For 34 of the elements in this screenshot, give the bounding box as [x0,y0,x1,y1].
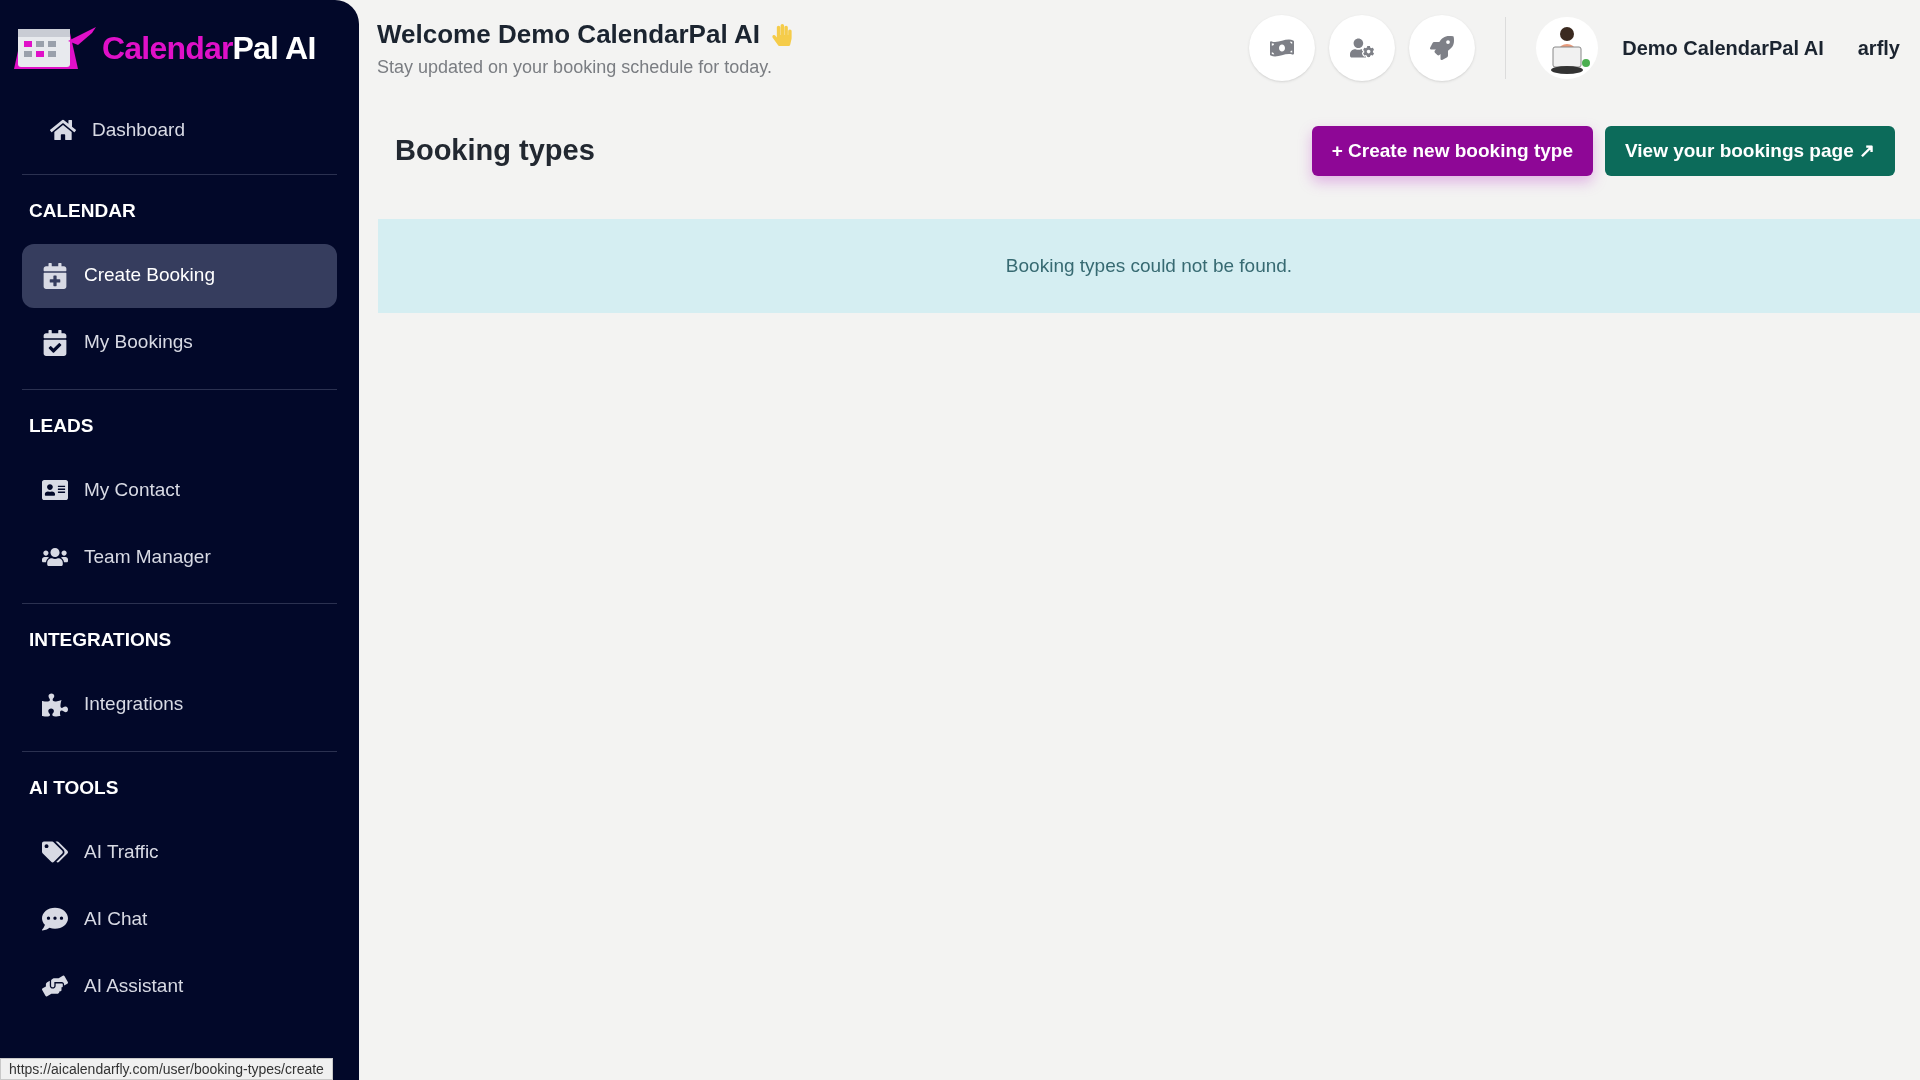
cut-text: arfly [1857,36,1900,61]
section-heading: CALENDAR [28,199,137,223]
sidebar-item[interactable]: Dashboard [30,98,337,162]
rocket-icon [1430,36,1455,60]
sidebar-item[interactable]: Integrations [22,672,337,737]
status-bar-url: https://aicalendarfly.com/user/booking-types/create [0,1058,333,1080]
sidebar-item[interactable]: AI Assistant [22,954,337,1018]
section-heading: LEADS [28,413,95,438]
section-heading: AI TOOLS [28,775,120,800]
sidebar-item[interactable]: My Bookings [22,310,337,375]
waving-hand-icon [771,23,792,46]
sidebar-item[interactable]: Team Manager [22,525,337,589]
page-title: Booking types [395,133,595,169]
create-booking-type-button[interactable]: + Create new booking type [1311,126,1593,176]
hands-icon [42,973,68,999]
info-alert: Booking types could not be found. [378,219,1920,313]
puzzle-piece-icon [42,691,68,718]
user-settings-icon [1350,36,1375,60]
home-icon [50,117,76,143]
sidebar-item[interactable]: AI Chat [22,887,337,951]
section-heading: INTEGRATIONS [28,628,173,652]
tags-icon [42,839,68,865]
user-name: Demo CalendarPal AI [1622,36,1824,61]
welcome-title: Welcome Demo CalendarPal AI [377,18,760,51]
sidebar-item[interactable]: AI Traffic [22,820,337,884]
view-bookings-page-button[interactable]: View your bookings page ↗ [1604,126,1895,176]
calendar-plus-icon [42,262,68,289]
sidebar-item[interactable]: My Contact [22,458,337,522]
welcome-subtitle: Stay updated on your booking schedule for today. [377,56,773,79]
contact-card-icon [42,477,68,503]
sidebar-item[interactable]: Create Booking [22,243,337,308]
calendar-check-icon [42,329,68,356]
chat-bubble-icon [42,906,68,932]
logo-text: CalendarPal AI [102,29,316,68]
